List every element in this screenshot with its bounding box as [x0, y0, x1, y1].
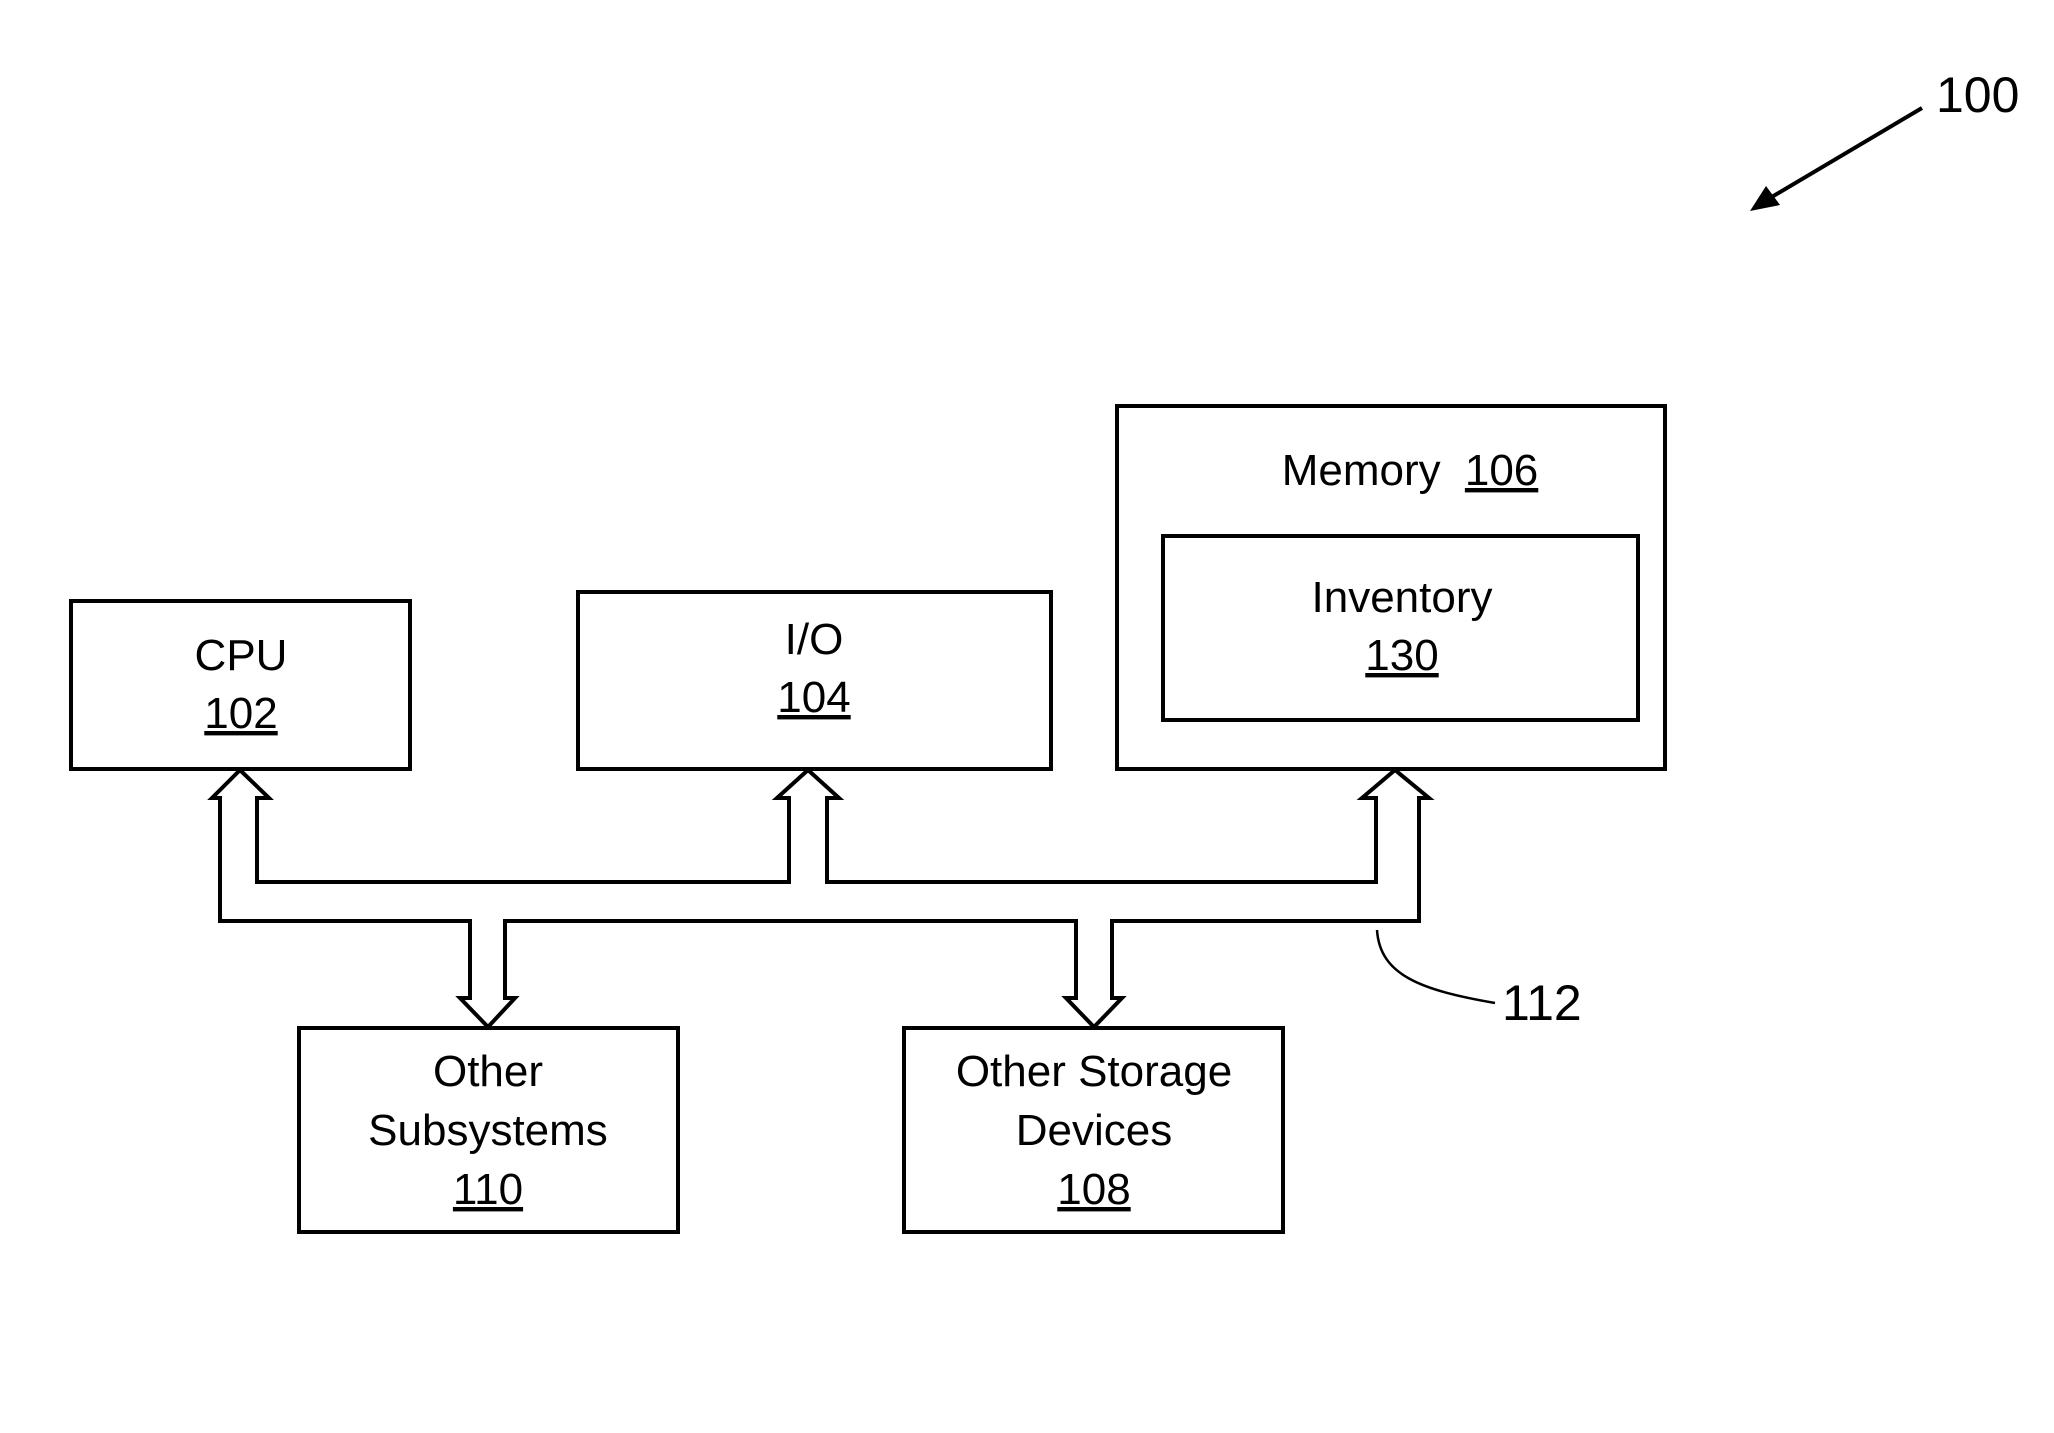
figure-reference-arrowhead-icon [1750, 186, 1780, 211]
system-bus [207, 767, 1435, 1030]
cpu-box[interactable] [69, 599, 412, 771]
block-diagram: 100 112 CPU 102 I/O 104 Memory 106 Inven… [69, 67, 2019, 1234]
memory-number: 106 [1465, 446, 1538, 495]
cpu-block[interactable]: CPU 102 [69, 599, 412, 771]
bus-reference-leader [1375, 929, 1496, 1005]
other-subsystems-number: 110 [453, 1165, 523, 1214]
other-storage-label-line2: Devices [1016, 1106, 1173, 1155]
memory-title: Memory 106 [1282, 446, 1539, 495]
io-block[interactable]: I/O 104 [576, 590, 1053, 771]
other-storage-number: 108 [1057, 1165, 1130, 1214]
other-subsystems-block[interactable]: Other Subsystems 110 [297, 1026, 680, 1234]
io-label: I/O [785, 615, 844, 664]
bus-outer-outline [207, 767, 1435, 1030]
figure-reference-arrow-line [1768, 106, 1924, 200]
inventory-number: 130 [1365, 631, 1438, 680]
memory-label: Memory [1282, 446, 1441, 495]
other-subsystems-label-line1: Other [433, 1047, 543, 1096]
figure-reference-label: 100 [1936, 67, 2019, 123]
other-subsystems-label-line2: Subsystems [368, 1106, 608, 1155]
cpu-number: 102 [204, 689, 277, 738]
inventory-label: Inventory [1312, 573, 1493, 622]
memory-block[interactable]: Memory 106 Inventory 130 [1115, 404, 1667, 771]
other-storage-block[interactable]: Other Storage Devices 108 [902, 1026, 1285, 1234]
io-number: 104 [777, 673, 850, 722]
bus-reference-label: 112 [1502, 975, 1582, 1031]
inventory-box[interactable] [1161, 534, 1640, 722]
cpu-label: CPU [195, 631, 288, 680]
other-storage-label-line1: Other Storage [956, 1047, 1232, 1096]
